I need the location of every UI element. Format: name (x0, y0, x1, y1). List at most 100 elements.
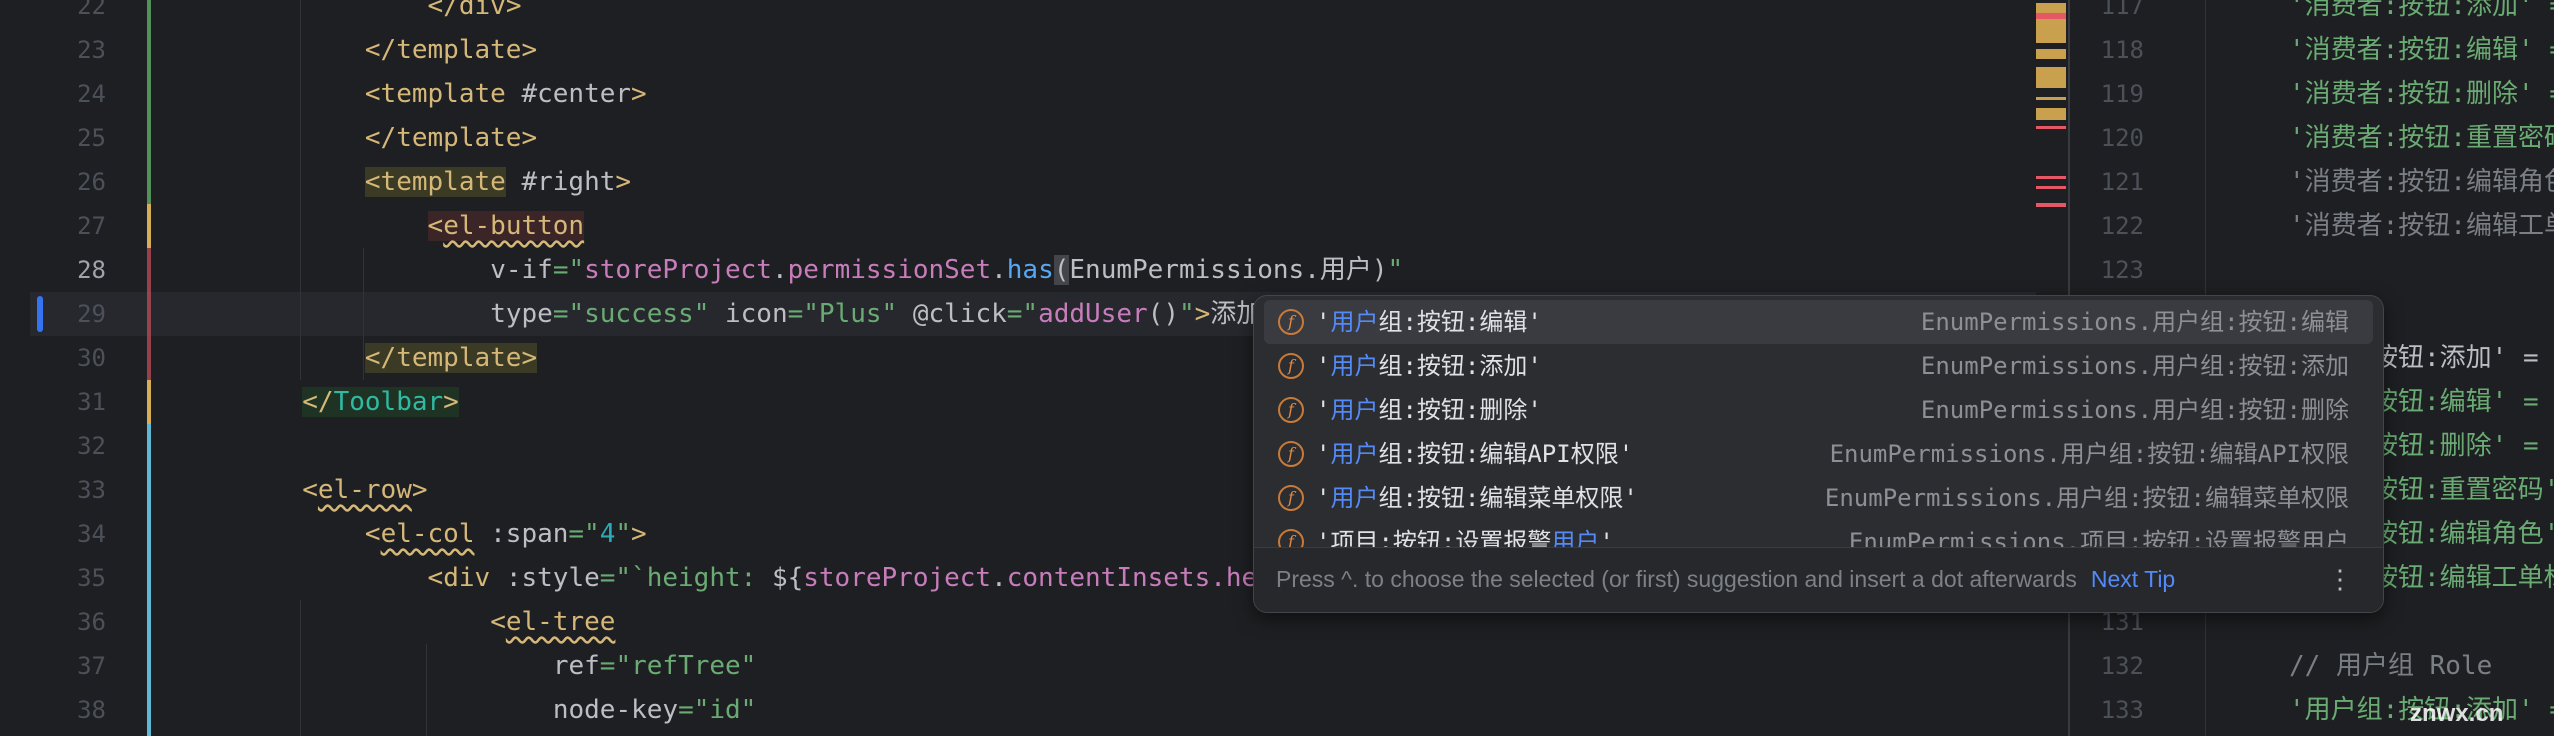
completion-item[interactable]: f '用户组:按钮:删除' EnumPermissions.用户组:按钮:删除 (1264, 388, 2373, 432)
line-number: 119 (2100, 80, 2144, 108)
completion-item[interactable]: f '用户组:按钮:编辑API权限' EnumPermissions.用户组:按钮:… (1264, 432, 2373, 476)
code-line[interactable]: type="success" icon="Plus" @click="addUs… (490, 292, 1262, 336)
code-token: has (1006, 255, 1054, 285)
code-line[interactable]: </Toolbar> (302, 380, 459, 424)
code-line[interactable]: <template #right> (364, 160, 631, 204)
code-line[interactable]: 按钮:编辑' = (2372, 380, 2554, 424)
code-token: @click (912, 299, 1007, 329)
code-line[interactable]: ref="refTree" (553, 644, 757, 688)
next-tip-link[interactable]: Next Tip (2091, 566, 2175, 592)
code-line[interactable]: </template> (364, 336, 538, 380)
indent-guide (300, 600, 301, 736)
completion-item[interactable]: f '用户组:按钮:编辑菜单权限' EnumPermissions.用户组:按钮:编… (1264, 476, 2373, 520)
code-token: > (505, 0, 522, 21)
code-line[interactable]: <el-col :span="4"> (365, 512, 647, 556)
code-line[interactable]: <div :style="`height: ${storeProject.con… (428, 556, 1258, 600)
code-line[interactable]: '消费者:按钮:编辑角色 (2289, 160, 2554, 204)
line-number: 123 (2100, 256, 2144, 284)
error-marker[interactable] (2036, 176, 2066, 179)
completion-type: EnumPermissions.用户组:按钮:删除 (1920, 396, 2349, 424)
code-token: div (458, 0, 506, 21)
line-number: 26 (77, 168, 106, 196)
code-token: 4 (599, 519, 616, 549)
field-f-icon: f (1278, 485, 1304, 511)
warning-marker[interactable] (2036, 97, 2066, 100)
indent-guide (363, 248, 364, 380)
completion-type: EnumPermissions.用户组:按钮:编辑API权限 (1829, 440, 2349, 468)
code-token: <template (364, 167, 506, 197)
code-token: <template (364, 79, 522, 109)
line-number: 31 (77, 388, 106, 416)
code-line[interactable]: <template #center> (365, 72, 647, 116)
code-token: =" (1006, 299, 1039, 329)
error-marker[interactable] (2036, 186, 2066, 189)
code-token: " (1178, 299, 1195, 329)
vcs-added-bar (147, 0, 151, 204)
code-token: ="refTree" (599, 651, 757, 681)
completion-label: '用户组:按钮:编辑API权限' (1316, 432, 1633, 476)
code-token: > (631, 79, 647, 109)
code-line[interactable]: </template> (365, 116, 537, 160)
line-number: 35 (77, 564, 106, 592)
code-token: contentInsets (1006, 563, 1211, 593)
code-line[interactable]: </div> (428, 0, 522, 28)
code-line[interactable]: '消费者:按钮:删除' = (2289, 72, 2554, 116)
code-line[interactable]: 按钮:编辑工单标 (2372, 556, 2554, 600)
code-token: type (490, 299, 553, 329)
completion-label: '用户组:按钮:编辑菜单权限' (1316, 476, 1638, 520)
code-token: #right (505, 167, 616, 197)
code-line[interactable]: <el-tree (490, 600, 615, 644)
warning-marker[interactable] (2036, 3, 2066, 37)
error-marker[interactable] (2036, 203, 2066, 207)
warning-marker[interactable] (2036, 108, 2066, 120)
warning-marker[interactable] (2036, 49, 2066, 59)
code-line[interactable]: '消费者:按钮:编辑工单 (2289, 204, 2554, 248)
code-token: Toolbar (333, 387, 444, 417)
code-token: :span (474, 519, 569, 549)
completion-popup: f '用户组:按钮:编辑' EnumPermissions.用户组:按钮:编辑 f '用… (1253, 295, 2384, 613)
code-token: . (991, 563, 1007, 593)
code-line[interactable]: 按钮:编辑角色' (2372, 512, 2554, 556)
code-line[interactable]: '消费者:按钮:编辑' = (2289, 28, 2554, 72)
code-line[interactable]: // 用户组 Role (2289, 644, 2492, 688)
line-number: 23 (77, 36, 106, 64)
code-token: .he (1210, 563, 1258, 593)
code-token: ="success" (552, 299, 725, 329)
code-line[interactable]: <el-button (427, 204, 585, 248)
code-token: " (615, 519, 632, 549)
code-line[interactable]: <el-row> (302, 468, 427, 512)
code-line[interactable]: '消费者:按钮:添加' = (2289, 0, 2554, 28)
code-token: ${ (771, 563, 804, 593)
code-line[interactable]: '消费者:按钮:重置密码' (2289, 116, 2554, 160)
code-token: el-col (380, 519, 475, 549)
error-marker[interactable] (2036, 13, 2066, 19)
completion-label: '用户组:按钮:编辑' (1316, 300, 1542, 344)
code-token: el-button (443, 211, 585, 241)
code-line[interactable]: v-if="storeProject.permissionSet.has(Enu… (490, 248, 1403, 292)
error-marker[interactable] (2036, 126, 2066, 129)
code-line[interactable]: </template> (365, 28, 537, 72)
code-line[interactable]: 按钮:添加' = (2372, 336, 2554, 380)
completion-item[interactable]: f '用户组:按钮:添加' EnumPermissions.用户组:按钮:添加 (1264, 344, 2373, 388)
label-prefix: ' (1316, 352, 1331, 380)
completion-item[interactable]: f '用户组:按钮:编辑' EnumPermissions.用户组:按钮:编辑 (1264, 300, 2373, 344)
code-token: () (1147, 299, 1179, 329)
line-number: 29 (77, 300, 106, 328)
code-token: ( (1053, 255, 1070, 285)
code-line[interactable]: node-key="id" (553, 688, 757, 732)
warning-marker[interactable] (2036, 67, 2066, 88)
more-options-icon[interactable]: ⋮ (2327, 548, 2353, 610)
label-match: 用户 (1330, 308, 1379, 336)
code-token: el-tree (505, 607, 616, 637)
code-line[interactable]: 按钮:重置密码' (2372, 468, 2554, 512)
indent-guide (300, 0, 301, 380)
code-token: el-row (317, 475, 412, 505)
line-number: 122 (2100, 212, 2144, 240)
warning-marker[interactable] (2036, 37, 2066, 43)
code-token: node-key (552, 695, 679, 725)
code-line[interactable]: 按钮:删除' = (2372, 424, 2554, 468)
code-token: addUser (1038, 299, 1148, 329)
code-token: =" (568, 519, 600, 549)
line-number: 32 (77, 432, 106, 460)
warning-marker[interactable] (2036, 28, 2066, 31)
